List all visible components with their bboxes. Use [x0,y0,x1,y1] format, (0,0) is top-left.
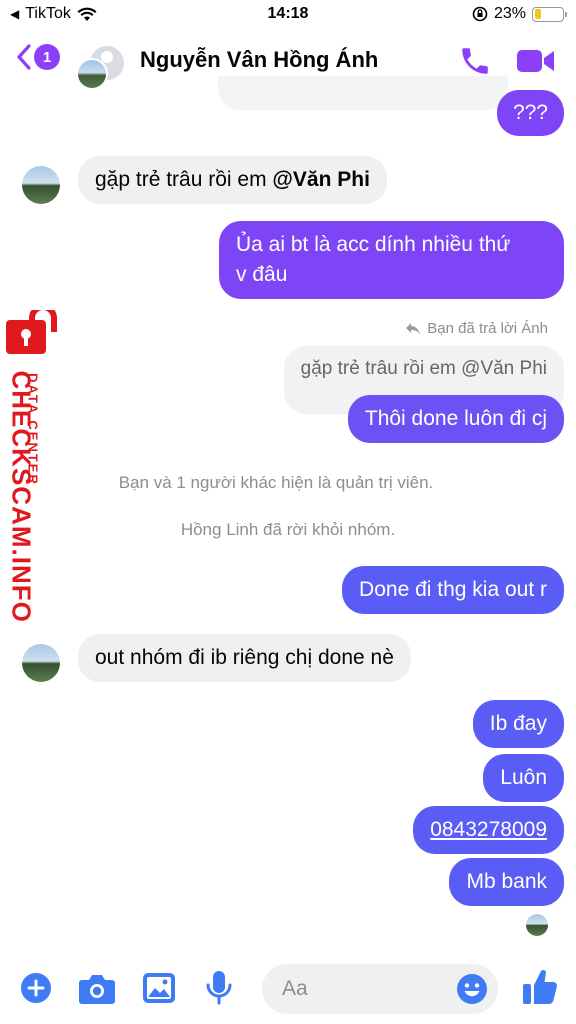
sender-avatar[interactable] [22,166,60,204]
reply-icon [406,322,421,335]
emoji-icon[interactable] [456,973,488,1005]
message-outgoing[interactable]: Thôi done luôn đi cj [347,395,564,443]
battery-percent: 23% [493,5,526,22]
message-line: v đâu [236,263,288,286]
orientation-lock-icon [472,6,488,22]
partial-message-bubble [218,76,508,110]
padlock-logo [6,310,57,354]
message-outgoing[interactable]: Luôn [483,754,564,802]
phone-number-link[interactable]: 0843278009 [430,818,547,841]
battery-icon [532,6,567,22]
message-outgoing[interactable]: Ib đay [472,700,564,748]
message-line: Ủa ai bt là acc dính nhiều thứ [236,233,511,256]
message-outgoing[interactable]: Ủa ai bt là acc dính nhiều thứ v đâu [219,221,564,299]
message-outgoing[interactable]: Mb bank [449,858,564,906]
back-button[interactable]: 1 [16,43,60,71]
thumbs-up-icon[interactable] [522,968,558,1006]
group-avatar[interactable] [74,44,128,90]
reply-note-text: Bạn đã trả lời Ánh [427,320,548,337]
system-notice: Hồng Linh đã rời khỏi nhóm. [180,520,396,539]
seen-receipt-avatar [526,914,548,936]
message-outgoing[interactable]: Done đi thg kia out r [342,566,564,614]
unread-badge: 1 [34,44,60,70]
message-text: gặp trẻ trâu rồi em [95,168,273,191]
battery-level [534,9,541,19]
sender-avatar[interactable] [22,644,60,682]
message-list[interactable]: ??? gặp trẻ trâu rồi em @Văn Phi Ủa ai b… [0,76,576,960]
camera-icon[interactable] [78,973,116,1005]
message-input-placeholder: Aa [282,977,308,1000]
video-call-icon[interactable] [516,46,556,76]
message-incoming[interactable]: out nhóm đi ib riêng chị done nè [78,634,411,682]
system-notice: Bạn và 1 người khác hiện là quản trị viê… [118,473,434,492]
message-incoming[interactable]: gặp trẻ trâu rồi em @Văn Phi [78,156,387,204]
reply-indicator: Bạn đã trả lời Ánh [405,320,548,337]
avatar-photo [76,58,108,90]
message-outgoing-phone-link[interactable]: 0843278009 [413,806,564,854]
mention[interactable]: @Văn Phi [272,168,370,191]
messenger-screen: ◀ TikTok 14:18 23% 1 Nguyễn Vân Hồng Ánh… [0,0,576,1024]
plus-icon[interactable] [20,972,52,1004]
microphone-icon[interactable] [206,970,232,1006]
watermark: DATA CENTER CHECKSCAM.INFO [4,310,64,623]
message-input[interactable]: Aa [262,964,498,1014]
conversation-title[interactable]: Nguyễn Vân Hồng Ánh [140,47,378,73]
watermark-brand: CHECKSCAM.INFO [6,370,37,623]
phone-call-icon[interactable] [458,44,492,78]
status-bar: ◀ TikTok 14:18 23% [0,0,576,30]
composer-bar: Aa [0,960,576,1024]
message-outgoing[interactable]: ??? [496,90,564,136]
status-right: 23% [472,5,567,23]
gallery-icon[interactable] [142,972,176,1004]
chevron-left-icon [17,44,31,70]
